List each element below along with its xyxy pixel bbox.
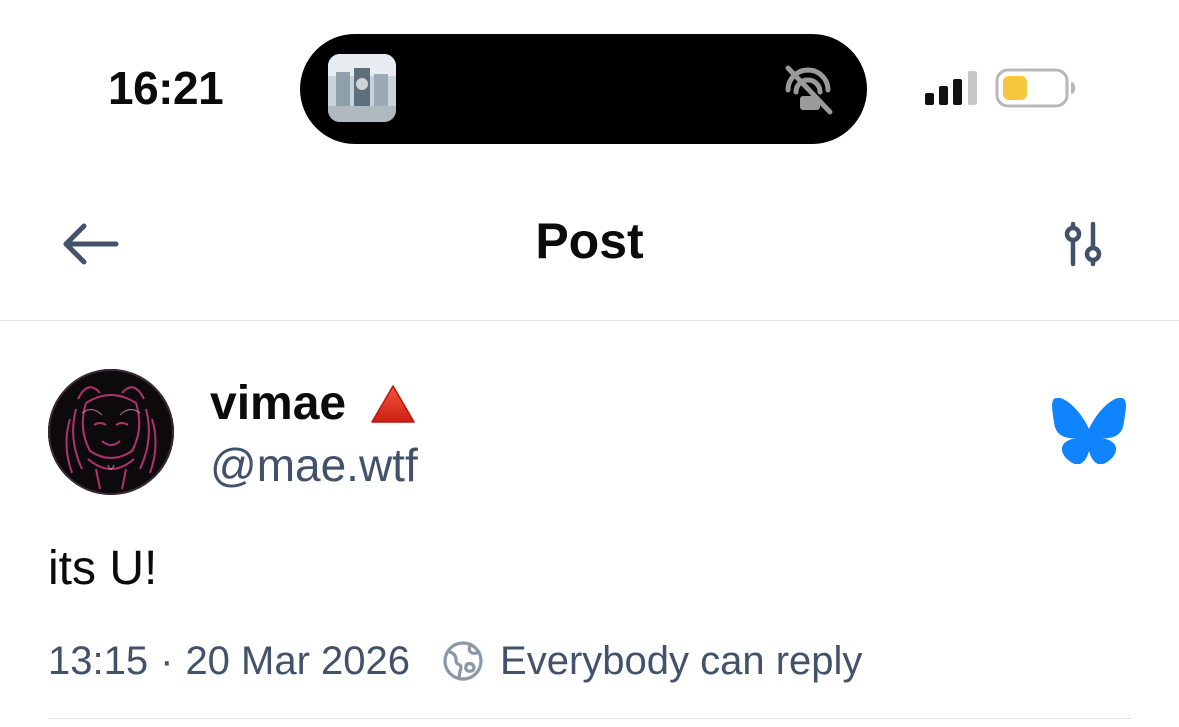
sliders-icon [1064,221,1102,267]
status-time: 16:21 [108,62,224,114]
globe-icon [443,641,483,681]
author-name-row[interactable]: vimae [210,374,416,434]
author-avatar[interactable] [48,369,174,495]
author-display-name[interactable]: vimae [210,376,346,432]
red-triangle-emoji-icon [371,385,415,423]
meta-separator: · [160,638,174,683]
island-media-thumbnail [328,54,396,122]
battery-low-power-icon [995,68,1077,108]
post-timestamp: 13:15 [48,638,149,683]
dynamic-island[interactable] [300,34,867,144]
author-handle[interactable]: @mae.wtf [210,438,418,492]
reply-setting-link[interactable]: Everybody can reply [500,639,862,684]
header-divider [0,320,1179,321]
bluesky-butterfly-icon [1052,397,1126,465]
post-text: its U! [48,542,158,595]
thread-settings-button[interactable] [1055,218,1111,270]
post-divider [48,718,1131,719]
muted-cast-icon [778,60,838,120]
post-meta-row: 13:15 · 20 Mar 2026 Everybody can reply [48,632,862,690]
page-title: Post [535,213,644,269]
post-date: 20 Mar 2026 [185,638,411,683]
cellular-signal-icon [925,71,981,105]
